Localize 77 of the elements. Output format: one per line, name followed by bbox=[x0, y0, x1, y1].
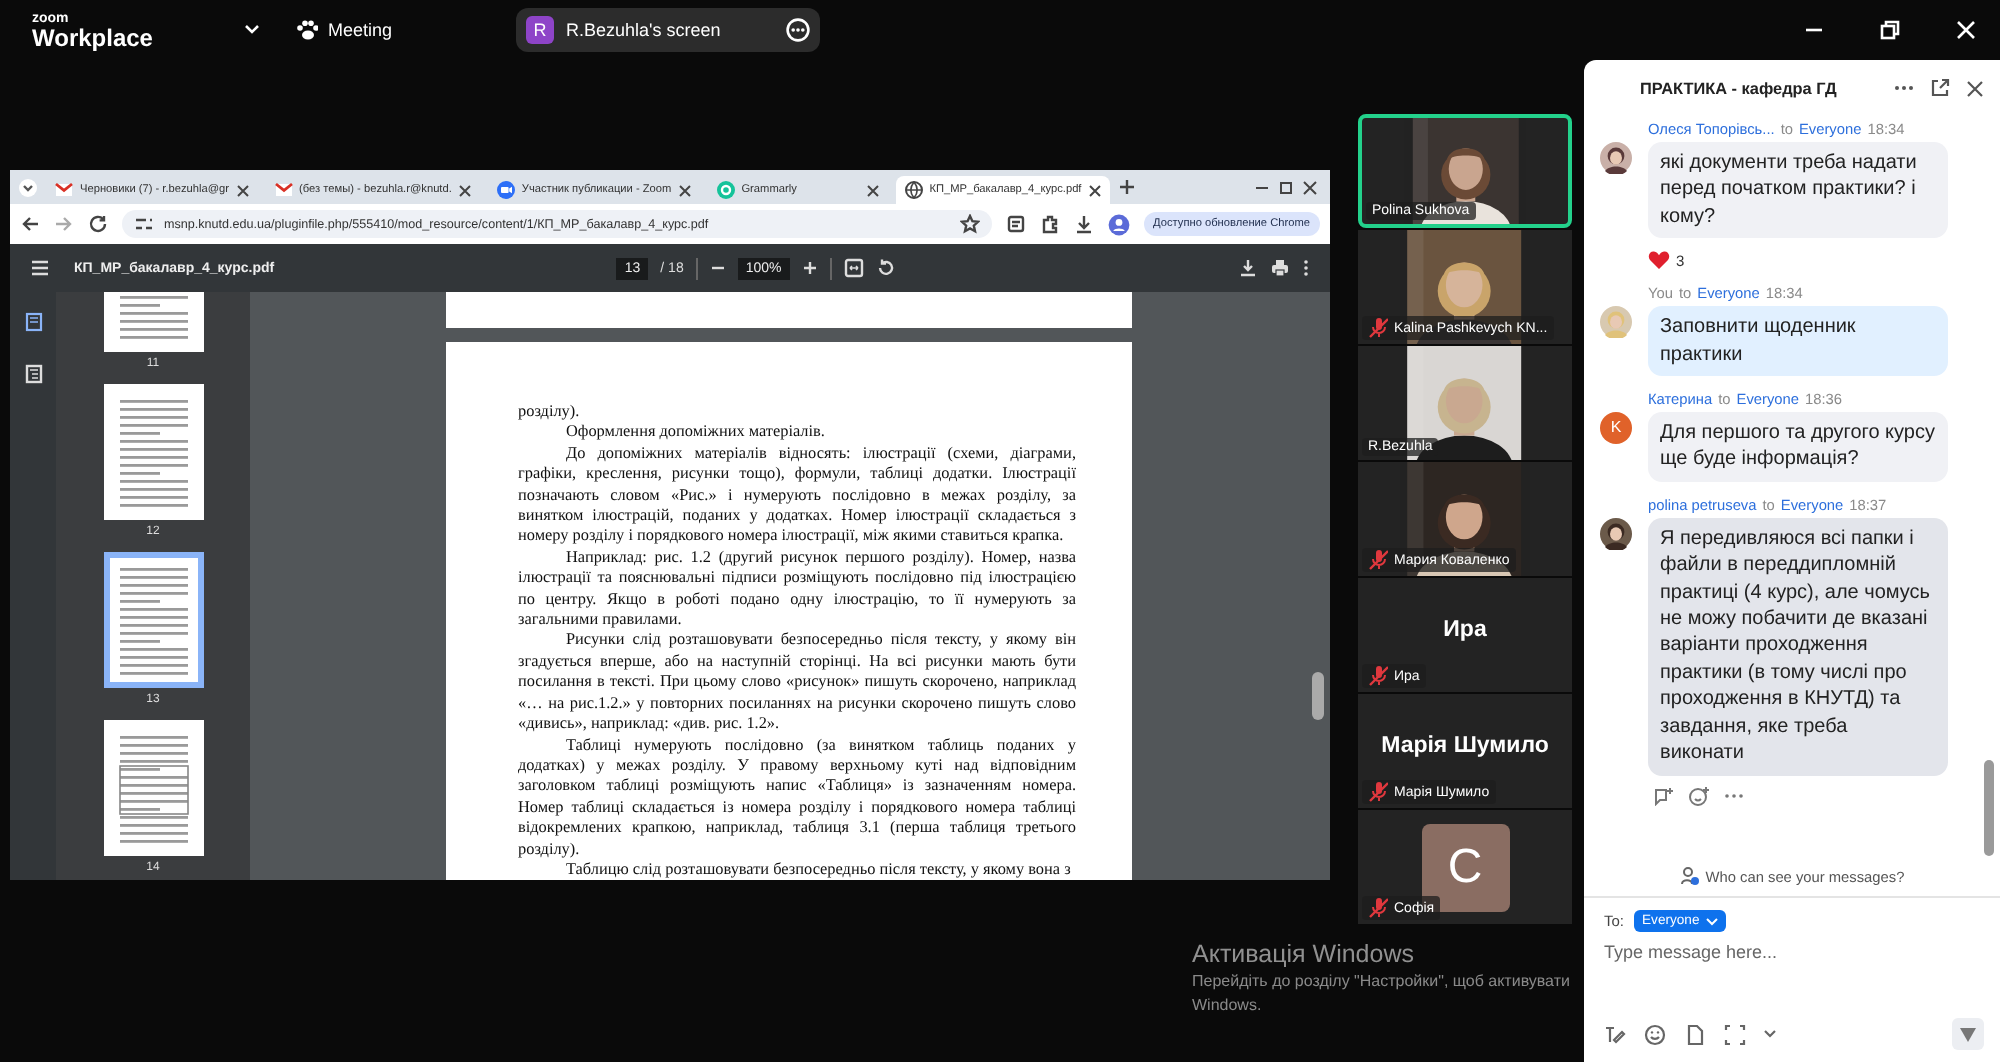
activation-title: Активація Windows bbox=[1192, 940, 1414, 970]
fit-page-icon[interactable] bbox=[843, 258, 864, 278]
scrollbar[interactable] bbox=[1984, 760, 1994, 856]
screenshot-icon[interactable] bbox=[1724, 1023, 1746, 1045]
participant-display-name: Марія Шумило bbox=[1381, 733, 1549, 757]
message-bubble: Я передивляюся всі папки і файли в переддипломній практиці (4 курс), але чомусь не можу побачити де вказані варіанти проходження практики (в тому числі про проходження в КНУТД) та завдання, яке треба виконати bbox=[1648, 517, 1948, 775]
page-thumbnail[interactable] bbox=[103, 720, 203, 856]
close-icon[interactable] bbox=[235, 183, 250, 197]
user-avatar bbox=[1600, 306, 1632, 339]
paragraph: Наприклад: рис. 1.2 (другий рисунок першого розділу). Номер, назва ілюстрації та пояснювальні підписи розміщують послідовно під ілюстрацією по центру. Якщо в роботі подано одну ілюстрацію, то її нумерують за загальними правилами. bbox=[518, 547, 1076, 631]
paragraph: Таблицю слід розташовувати безпосередньо після тексту, у якому вона з bbox=[564, 859, 1073, 880]
rotate-icon[interactable] bbox=[875, 258, 896, 278]
emoji-icon[interactable] bbox=[1644, 1023, 1666, 1045]
meeting-button[interactable]: Meeting bbox=[292, 16, 397, 44]
message-bubble: Заповнити щоденник практики bbox=[1648, 306, 1948, 377]
participant-display-name: Ира bbox=[1443, 617, 1487, 641]
back-icon[interactable] bbox=[20, 214, 40, 234]
activation-text: Перейдіть до розділу "Настройки", щоб активувати bbox=[1192, 970, 1570, 994]
circle-logo-icon bbox=[715, 180, 736, 200]
restore-icon[interactable] bbox=[1880, 20, 1900, 40]
add-reaction-icon[interactable] bbox=[1688, 785, 1710, 805]
reply-icon[interactable] bbox=[1652, 785, 1674, 805]
heart-icon bbox=[1648, 250, 1670, 271]
page-thumbnail[interactable] bbox=[103, 384, 203, 520]
send-icon[interactable] bbox=[1952, 1018, 1984, 1050]
mail-icon bbox=[273, 180, 294, 200]
close-icon[interactable] bbox=[1302, 179, 1318, 195]
paragraph: До допоміжних матеріалів відносять: ілюстрації (схеми, діаграми, графіки, креслення, рисунки тощо), формули, таблиці додатки. Ілюстрації позначають словом «Рис.» і нумерують послідовно в межах розділу, за винятком ілюстрацій, поданих у додатках. Номер ілюстрації складається з номеру розділу і порядкового номера ілюстрації, між якими ставиться крапка. bbox=[518, 443, 1076, 548]
user-avatar: K bbox=[1600, 412, 1632, 445]
pop-out-icon[interactable] bbox=[1930, 78, 1950, 98]
chat-title: ПРАКТИКА - кафедра ГД bbox=[1640, 79, 1837, 97]
close-icon[interactable] bbox=[865, 183, 880, 197]
close-icon[interactable] bbox=[677, 183, 692, 197]
user-initial: R bbox=[526, 16, 554, 44]
paragraph: Оформлення допоміжних матеріалів. bbox=[564, 422, 827, 444]
camera-icon bbox=[495, 180, 516, 200]
user-avatar bbox=[1600, 517, 1632, 550]
globe-icon bbox=[903, 180, 924, 200]
product-name: Workplace bbox=[32, 25, 155, 49]
puzzle-icon[interactable] bbox=[1039, 214, 1060, 234]
page-thumbnail[interactable] bbox=[103, 552, 203, 688]
download-icon[interactable] bbox=[1073, 214, 1094, 234]
people-icon bbox=[1679, 866, 1700, 886]
paragraph: розділу). bbox=[518, 402, 582, 423]
more-icon[interactable] bbox=[786, 18, 810, 42]
more-icon[interactable] bbox=[1302, 258, 1310, 278]
close-icon[interactable] bbox=[457, 183, 472, 197]
tab-search-icon[interactable] bbox=[18, 177, 38, 197]
message-field[interactable]: Type message here... bbox=[1604, 938, 1824, 966]
site-info-icon[interactable] bbox=[134, 216, 154, 232]
restore-icon[interactable] bbox=[1278, 179, 1294, 195]
star-icon[interactable] bbox=[959, 214, 980, 234]
message-bubble: Для першого та другого курсу ще буде інформація? bbox=[1648, 412, 1948, 482]
new-tab-icon[interactable] bbox=[1117, 178, 1136, 196]
scrollbar[interactable] bbox=[1312, 672, 1324, 720]
zoom-in-icon[interactable] bbox=[801, 260, 818, 276]
close-icon[interactable] bbox=[1966, 79, 1984, 97]
activation-text: Windows. bbox=[1192, 994, 1262, 1018]
menu-icon[interactable] bbox=[30, 260, 50, 276]
chevron-down-icon bbox=[1705, 917, 1718, 925]
paw-icon bbox=[296, 20, 318, 40]
file-icon[interactable] bbox=[1684, 1023, 1706, 1045]
profile-icon[interactable] bbox=[1107, 213, 1130, 235]
more-icon[interactable] bbox=[1894, 84, 1914, 92]
thumbnails-icon[interactable] bbox=[23, 312, 43, 332]
user-avatar bbox=[1600, 142, 1632, 174]
print-icon[interactable] bbox=[1270, 258, 1290, 278]
outline-icon[interactable] bbox=[23, 364, 43, 384]
close-icon[interactable] bbox=[1087, 183, 1102, 197]
paragraph: Рисунки слід розташовувати безпосередньо після тексту, у якому він згадується вперше, або на наступній сторінці. На всі рисунки мають бути посилання в тексті. При цьому слово «рисунок» пишуть скорочено, наприклад «… на рис.1.2.» у повторних посиланнях на рисунки скорочено пишуть слово «дивись», наприклад: «див. рис. 1.2». bbox=[518, 630, 1076, 735]
paragraph: Таблиці нумерують послідовно (за винятком таблиць поданих у додатках) у межах розділу. У правому верхньому куті над відповідним заголовком таблиці розміщують напис «Таблиця» із зазначенням номера. Номер таблиці складається із номера розділу і порядкового номера таблиці відокремлених крапкою, наприклад, таблиця 3.1 (перша таблиця третього розділу). bbox=[518, 735, 1076, 860]
reading-list-icon[interactable] bbox=[1005, 214, 1026, 234]
reload-icon[interactable] bbox=[88, 214, 108, 234]
shared-screen-label: R.Bezuhla's screen bbox=[566, 20, 723, 40]
message-bubble: які документи треба надати перед початком практики? і кому? bbox=[1648, 142, 1948, 239]
mail-icon bbox=[54, 180, 74, 200]
format-icon[interactable] bbox=[1604, 1023, 1626, 1045]
